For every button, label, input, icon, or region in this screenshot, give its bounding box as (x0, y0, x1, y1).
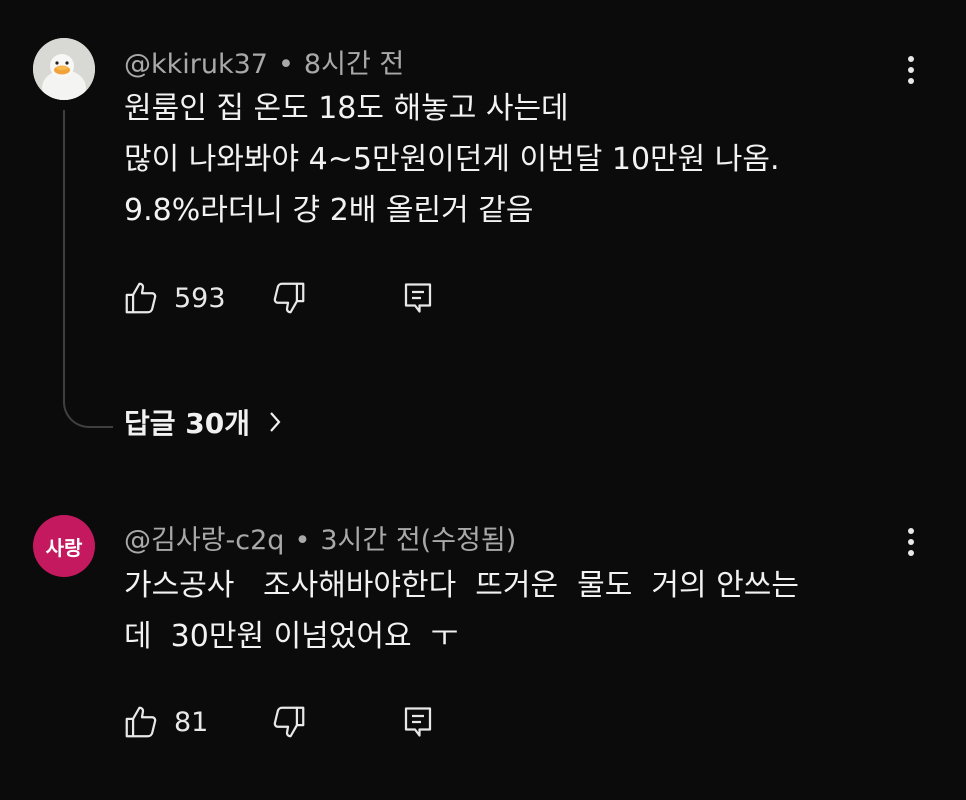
comment-meta: @kkiruk37 • 8시간 전 (124, 42, 404, 81)
thumbs-up-icon (125, 706, 157, 738)
author-name[interactable]: @김사랑-c2q (124, 525, 284, 556)
comment-1: @kkiruk37 • 8시간 전 원룸인 집 온도 18도 해놓고 사는데많이 나… (0, 0, 966, 470)
avatar[interactable] (33, 38, 95, 100)
comment-text: 원룸인 집 온도 18도 해놓고 사는데많이 나와봐야 4~5만원이던게 이번달… (124, 83, 780, 236)
thumbs-down-icon (273, 706, 305, 738)
reply-button[interactable] (400, 278, 436, 318)
comment-line: 많이 나와봐야 4~5만원이던게 이번달 10만원 나옴. (124, 142, 780, 177)
separator-dot: • (277, 49, 294, 80)
author-name[interactable]: @kkiruk37 (124, 49, 268, 80)
comment-line: 원룸인 집 온도 18도 해놓고 사는데 (124, 91, 569, 126)
thread-line (63, 110, 113, 428)
avatar[interactable]: 사랑 (33, 515, 95, 577)
more-vert-icon (908, 56, 914, 62)
reply-comment-icon (404, 707, 432, 737)
comment-line: 가스공사 조사해바야한다 뜨거운 물도 거의 안쓰는 (124, 568, 799, 603)
thumbs-down-icon (273, 282, 305, 314)
like-count: 593 (174, 282, 226, 314)
comment-line: 데 30만원 이넘었어요 ㅜ (124, 619, 459, 654)
separator-dot: • (294, 525, 311, 556)
comment-meta: @김사랑-c2q • 3시간 전(수정됨) (124, 518, 516, 557)
chevron-right-icon (270, 412, 281, 432)
reply-button[interactable] (400, 702, 436, 742)
like-button[interactable]: 593 (122, 278, 226, 318)
replies-label: 답글 30개 (124, 407, 250, 440)
reply-comment-icon (404, 283, 432, 313)
thumbs-up-icon (125, 282, 157, 314)
like-count: 81 (174, 706, 209, 738)
more-options-button[interactable] (906, 528, 916, 556)
view-replies-button[interactable]: 답글 30개 (124, 402, 282, 442)
dislike-button[interactable] (270, 702, 308, 742)
more-options-button[interactable] (906, 56, 916, 84)
timestamp[interactable]: 8시간 전 (304, 49, 404, 80)
duck-avatar-icon (33, 38, 95, 100)
comment-text: 가스공사 조사해바야한다 뜨거운 물도 거의 안쓰는데 30만원 이넘었어요 ㅜ (124, 560, 799, 662)
comment-2: 사랑 @김사랑-c2q • 3시간 전(수정됨) 가스공사 조사해바야한다 뜨거운 … (0, 480, 966, 800)
like-button[interactable]: 81 (122, 702, 208, 742)
timestamp[interactable]: 3시간 전(수정됨) (320, 525, 516, 556)
avatar-initials: 사랑 (45, 535, 83, 560)
dislike-button[interactable] (270, 278, 308, 318)
comment-line: 9.8%라더니 걍 2배 올린거 같음 (124, 193, 534, 228)
more-vert-icon (908, 528, 914, 534)
